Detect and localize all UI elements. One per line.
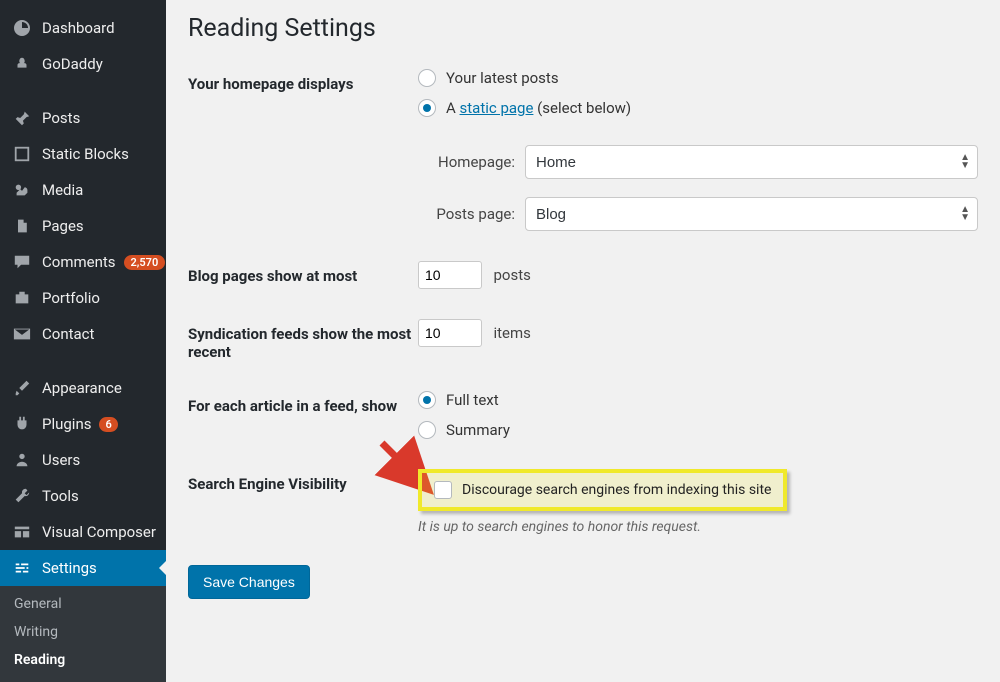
wrench-icon	[12, 486, 32, 506]
sidebar-item-plugins[interactable]: Plugins 6	[0, 406, 166, 442]
users-icon	[12, 450, 32, 470]
sidebar-item-portfolio[interactable]: Portfolio	[0, 280, 166, 316]
row-feed-article: For each article in a feed, show Full te…	[188, 391, 978, 439]
page-title: Reading Settings	[188, 14, 978, 43]
sidebar-item-label: Posts	[42, 109, 80, 127]
sidebar-item-settings[interactable]: Settings	[0, 550, 166, 586]
feed-article-label: For each article in a feed, show	[188, 391, 418, 415]
sidebar-item-tools[interactable]: Tools	[0, 478, 166, 514]
radio-summary[interactable]: Summary	[418, 421, 978, 439]
sidebar-item-dashboard[interactable]: Dashboard	[0, 10, 166, 46]
sidebar-item-label: Static Blocks	[42, 145, 129, 163]
sidebar-item-label: Tools	[42, 487, 79, 505]
sidebar-item-label: Portfolio	[42, 289, 100, 307]
pin-icon	[12, 108, 32, 128]
submenu-item-reading[interactable]: Reading	[0, 646, 166, 674]
blog-pages-input[interactable]	[418, 261, 482, 289]
sev-note: It is up to search engines to honor this…	[418, 519, 978, 535]
sidebar-item-label: Media	[42, 181, 83, 199]
row-syndication: Syndication feeds show the most recent i…	[188, 319, 978, 361]
plugins-badge: 6	[99, 417, 117, 432]
row-search-engine-visibility: Search Engine Visibility Discourage sear…	[188, 469, 978, 535]
sidebar-item-label: GoDaddy	[42, 55, 103, 73]
portfolio-icon	[12, 288, 32, 308]
plug-icon	[12, 414, 32, 434]
radio-label: A static page (select below)	[446, 99, 631, 117]
radio-full-text-input[interactable]	[418, 391, 436, 409]
radio-latest-posts[interactable]: Your latest posts	[418, 69, 978, 87]
sidebar-item-pages[interactable]: Pages	[0, 208, 166, 244]
sidebar-item-godaddy[interactable]: GoDaddy	[0, 46, 166, 82]
radio-label: Your latest posts	[446, 69, 559, 87]
radio-static-page[interactable]: A static page (select below)	[418, 99, 978, 117]
blog-pages-suffix: posts	[493, 266, 530, 284]
sidebar-item-posts[interactable]: Posts	[0, 100, 166, 136]
sev-checkbox-label: Discourage search engines from indexing …	[462, 482, 771, 498]
brush-icon	[12, 378, 32, 398]
dashboard-icon	[12, 18, 32, 38]
sidebar-item-label: Plugins	[42, 415, 91, 433]
postspage-select[interactable]: Blog	[525, 197, 978, 231]
homepage-select-row: Homepage: Home ▲▼	[418, 145, 978, 179]
radio-summary-input[interactable]	[418, 421, 436, 439]
sev-highlight[interactable]: Discourage search engines from indexing …	[418, 469, 787, 511]
sidebar-item-label: Dashboard	[42, 19, 115, 37]
sidebar-item-label: Settings	[42, 559, 97, 577]
static-page-link[interactable]: static page	[460, 99, 534, 117]
comment-icon	[12, 252, 32, 272]
block-icon	[12, 144, 32, 164]
save-changes-button[interactable]: Save Changes	[188, 565, 310, 599]
radio-latest-posts-input[interactable]	[418, 69, 436, 87]
sidebar-item-label: Users	[42, 451, 80, 469]
sliders-icon	[12, 558, 32, 578]
sidebar-item-label: Appearance	[42, 379, 122, 397]
sev-label: Search Engine Visibility	[188, 469, 418, 493]
settings-submenu: General Writing Reading	[0, 586, 166, 682]
radio-label: Full text	[446, 391, 499, 409]
comments-badge: 2,570	[124, 255, 166, 270]
sidebar-item-label: Visual Composer	[42, 523, 156, 541]
envelope-icon	[12, 324, 32, 344]
media-icon	[12, 180, 32, 200]
sev-checkbox[interactable]	[434, 481, 452, 499]
syndication-suffix: items	[493, 324, 530, 342]
postspage-select-label: Posts page:	[418, 205, 515, 223]
homepage-displays-label: Your homepage displays	[188, 69, 418, 93]
homepage-select[interactable]: Home	[525, 145, 978, 179]
radio-full-text[interactable]: Full text	[418, 391, 978, 409]
sidebar-item-users[interactable]: Users	[0, 442, 166, 478]
syndication-label: Syndication feeds show the most recent	[188, 319, 418, 361]
submenu-item-general[interactable]: General	[0, 590, 166, 618]
sidebar-item-static-blocks[interactable]: Static Blocks	[0, 136, 166, 172]
sidebar-item-label: Pages	[42, 217, 84, 235]
sidebar-item-appearance[interactable]: Appearance	[0, 370, 166, 406]
homepage-select-label: Homepage:	[418, 153, 515, 171]
radio-label: Summary	[446, 421, 510, 439]
radio-static-page-input[interactable]	[418, 99, 436, 117]
pages-icon	[12, 216, 32, 236]
submenu-item-writing[interactable]: Writing	[0, 618, 166, 646]
row-homepage-displays: Your homepage displays Your latest posts…	[188, 69, 978, 231]
visual-composer-icon	[12, 522, 32, 542]
sidebar-item-visual-composer[interactable]: Visual Composer	[0, 514, 166, 550]
sidebar-item-media[interactable]: Media	[0, 172, 166, 208]
godaddy-icon	[12, 54, 32, 74]
syndication-input[interactable]	[418, 319, 482, 347]
admin-sidebar: Dashboard GoDaddy Posts Static Blocks Me…	[0, 0, 166, 660]
sidebar-item-contact[interactable]: Contact	[0, 316, 166, 352]
main-content: Reading Settings Your homepage displays …	[166, 0, 1000, 660]
postspage-select-row: Posts page: Blog ▲▼	[418, 197, 978, 231]
blog-pages-label: Blog pages show at most	[188, 261, 418, 285]
sidebar-item-comments[interactable]: Comments 2,570	[0, 244, 166, 280]
sidebar-item-label: Comments	[42, 253, 116, 271]
sidebar-item-label: Contact	[42, 325, 94, 343]
row-blog-pages: Blog pages show at most posts	[188, 261, 978, 289]
